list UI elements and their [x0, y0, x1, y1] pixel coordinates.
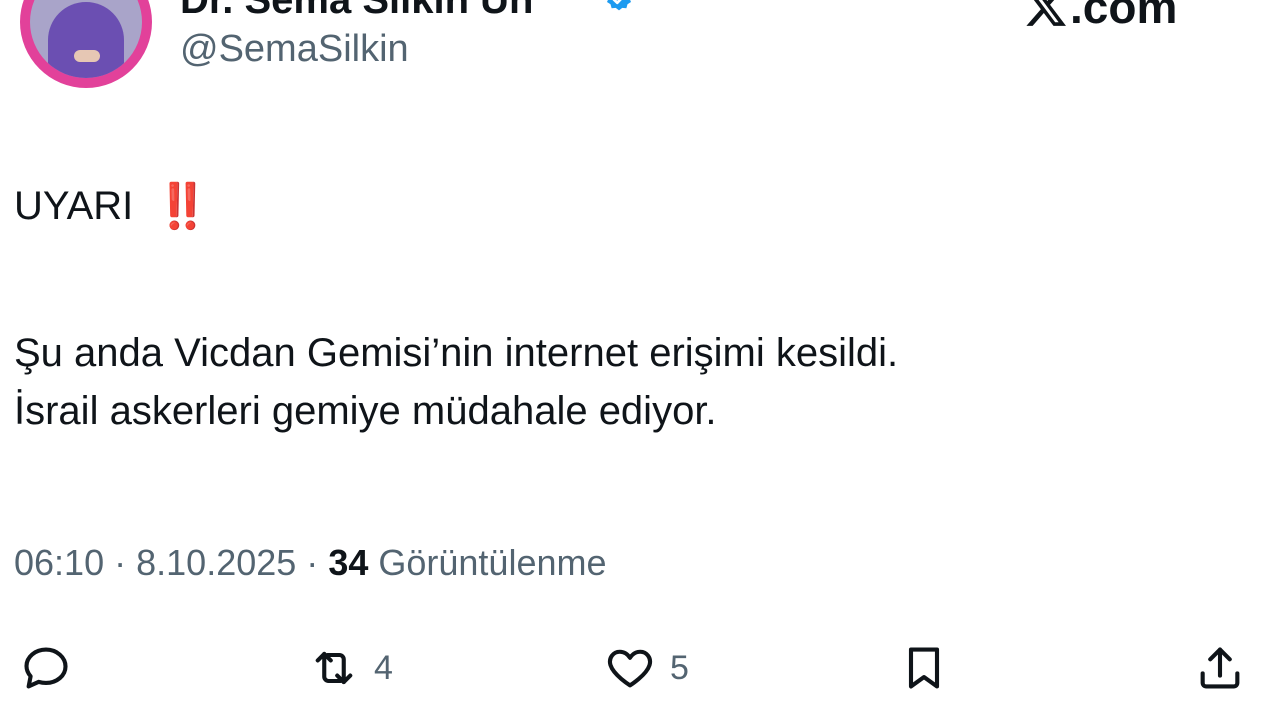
avatar-hands — [74, 50, 100, 62]
reply-button[interactable] — [20, 640, 86, 696]
retweet-button[interactable]: 4 — [308, 640, 393, 696]
share-icon — [1200, 647, 1240, 689]
retweet-count: 4 — [374, 648, 393, 687]
tweet-text: Şu anda Vicdan Gemisi’nin internet erişi… — [14, 324, 898, 440]
meta-separator: · — [306, 542, 319, 583]
bookmark-button[interactable] — [898, 640, 950, 696]
meta-separator: · — [114, 542, 127, 583]
reply-icon — [24, 647, 68, 689]
verified-badge-icon — [607, 0, 631, 11]
bookmark-icon — [908, 647, 940, 689]
tweet-text-line: İsrail askerleri gemiye müdahale ediyor. — [14, 389, 717, 433]
tweet-alert-line: UYARI ‼️ — [14, 180, 210, 232]
user-handle[interactable]: @SemaSilkin — [180, 28, 409, 71]
alert-text: UYARI — [14, 183, 134, 228]
like-button[interactable]: 5 — [604, 640, 689, 696]
views-label: Görüntülenme — [378, 542, 607, 583]
tweet-meta: 06:10 · 8.10.2025 · 34 Görüntülenme — [14, 542, 607, 584]
tweet-card: Dr. Sema Silkin Ün @SemaSilkin .com UYAR… — [0, 0, 1280, 720]
avatar-photo — [30, 0, 142, 78]
display-name[interactable]: Dr. Sema Silkin Ün — [180, 0, 533, 23]
x-brand: .com — [1024, 0, 1177, 34]
tweet-actions: 4 5 — [0, 640, 1280, 700]
tweet-date[interactable]: 8.10.2025 — [136, 542, 296, 583]
views-count: 34 — [328, 542, 369, 583]
brand-text: .com — [1070, 0, 1178, 33]
like-count: 5 — [670, 648, 689, 687]
tweet-text-line: Şu anda Vicdan Gemisi’nin internet erişi… — [14, 331, 899, 375]
retweet-icon — [315, 651, 353, 685]
share-button[interactable] — [1194, 640, 1246, 696]
avatar[interactable] — [20, 0, 152, 88]
avatar-figure — [48, 2, 124, 78]
heart-icon — [607, 649, 653, 688]
tweet-time[interactable]: 06:10 — [14, 542, 104, 583]
x-logo-icon — [1026, 0, 1066, 26]
double-exclamation-icon: ‼️ — [155, 182, 210, 231]
